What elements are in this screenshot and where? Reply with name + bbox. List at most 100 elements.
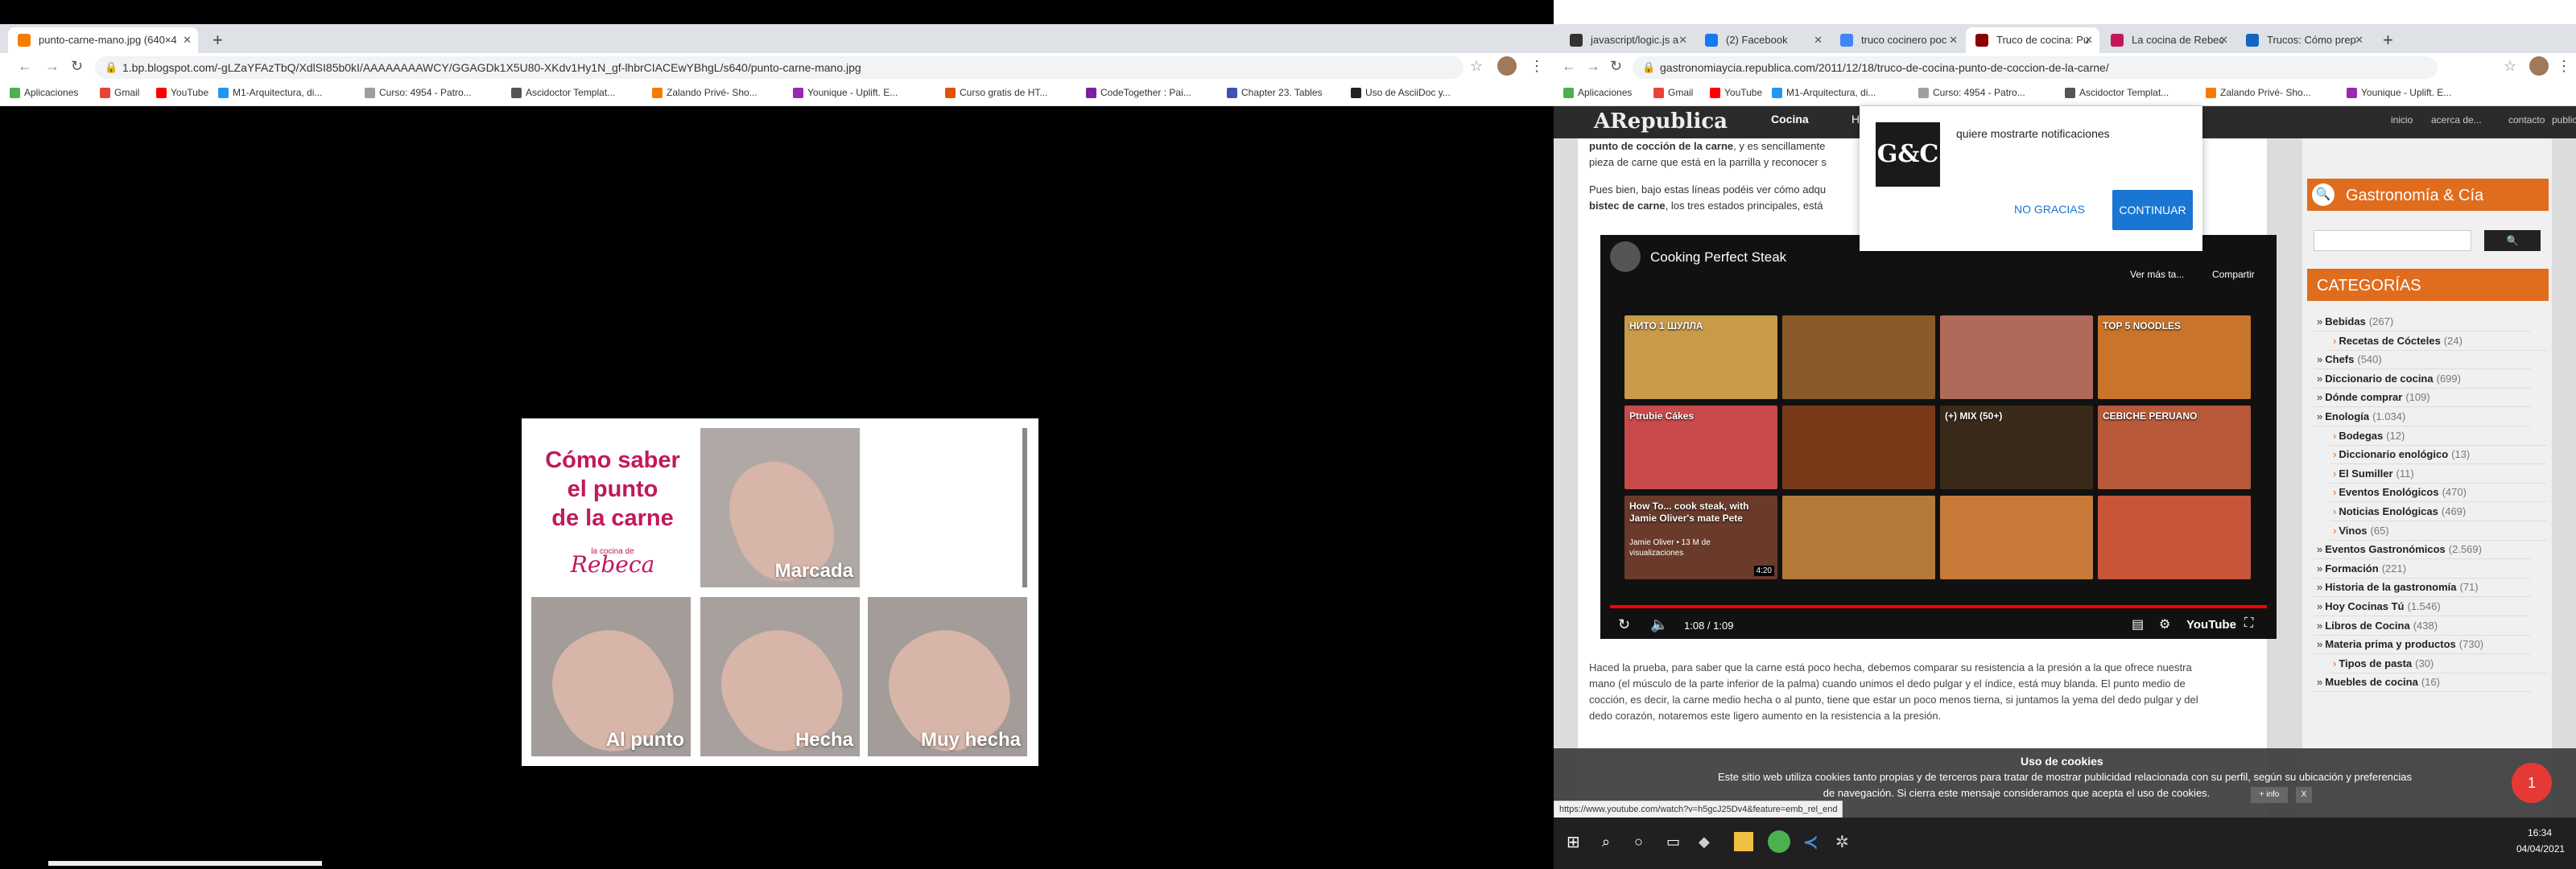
address-bar[interactable]: 🔒 gastronomiaycia.republica.com/2011/12/… [1633, 56, 2438, 79]
close-tab-icon[interactable]: ✕ [2355, 27, 2363, 53]
browser-tab[interactable]: (2) Facebook ✕ [1695, 27, 1829, 53]
app2-icon[interactable]: ✲ [1835, 832, 1849, 852]
bookmark-item[interactable]: Zalando Privé- Sho... [650, 87, 758, 98]
video-thumbnail[interactable]: How To... cook steak, with Jamie Oliver'… [1624, 496, 1777, 579]
bookmark-item[interactable]: YouTube [155, 87, 208, 98]
close-tab-icon[interactable]: ✕ [2084, 27, 2093, 53]
cortana-icon[interactable]: ○ [1634, 834, 1643, 850]
browser-tab[interactable]: javascript/logic.js a ✕ [1560, 27, 1694, 53]
star-icon[interactable]: ☆ [2504, 58, 2516, 75]
video-thumbnail[interactable] [2098, 496, 2251, 579]
back-icon[interactable]: ← [1562, 58, 1576, 75]
tab-image[interactable]: punto-carne-mano.jpg (640×4 ✕ [8, 27, 198, 53]
video-thumbnail[interactable] [1940, 496, 2093, 579]
volume-icon[interactable]: 🔈 [1650, 616, 1668, 633]
menu-icon[interactable]: ⋮ [2557, 58, 2571, 75]
browser-tab[interactable]: truco cocinero poc ✕ [1831, 27, 1964, 53]
bookmark-item[interactable]: Aplicaciones [1562, 87, 1632, 98]
category-item[interactable]: » Diccionario de cocina (699) [2314, 373, 2531, 389]
file-explorer-icon[interactable] [1734, 832, 1753, 851]
chrome-icon[interactable] [1768, 830, 1790, 853]
category-item[interactable]: » Eventos Gastronómicos (2.569) [2314, 543, 2531, 560]
nav-publicidad[interactable]: publicidad [2552, 114, 2576, 126]
bookmark-item[interactable]: Aplicaciones [8, 87, 78, 98]
close-tab-icon[interactable]: ✕ [183, 27, 192, 53]
subcategory-item[interactable]: › Diccionario enológico (13) [2330, 448, 2547, 465]
video-thumbnail[interactable] [1782, 406, 1935, 489]
bookmark-item[interactable]: Younique - Uplift. E... [791, 87, 898, 98]
bookmark-item[interactable]: YouTube [1708, 87, 1762, 98]
bookmark-item[interactable]: Curso: 4954 - Patro... [1917, 87, 2025, 98]
video-thumbnail[interactable]: CEBICHE PERUANO [2098, 406, 2251, 489]
bookmark-item[interactable]: Gmail [98, 87, 139, 98]
browser-tab[interactable]: Truco de cocina: Pu ✕ [1966, 27, 2099, 53]
cookie-close-button[interactable]: X [2296, 787, 2312, 803]
nav-contacto[interactable]: contacto [2508, 114, 2545, 126]
reload-icon[interactable]: ↻ [1610, 58, 1622, 75]
reload-icon[interactable]: ↻ [71, 58, 83, 75]
video-thumbnail[interactable] [1782, 496, 1935, 579]
windows-icon[interactable]: ⊞ [1567, 832, 1580, 852]
replay-icon[interactable]: ↻ [1618, 616, 1630, 633]
bookmark-item[interactable]: M1-Arquitectura, di... [1770, 87, 1876, 98]
video-thumbnail[interactable]: Ptrubie Cákes [1624, 406, 1777, 489]
new-tab-button[interactable]: + [213, 27, 223, 53]
subcategory-item[interactable]: › Tipos de pasta (30) [2330, 657, 2547, 673]
bookmark-item[interactable]: Ascidoctor Templat... [2063, 87, 2169, 98]
category-item[interactable]: » Libros de Cocina (438) [2314, 620, 2531, 636]
fullscreen-icon[interactable]: ⛶ [2244, 616, 2253, 631]
new-tab-button[interactable]: + [2383, 27, 2393, 53]
share[interactable]: Compartir [2212, 269, 2255, 280]
category-item[interactable]: » Dónde comprar (109) [2314, 391, 2531, 408]
category-item[interactable]: » Materia prima y productos (730) [2314, 638, 2531, 655]
video-thumbnail[interactable]: TOP 5 NOODLES [2098, 315, 2251, 399]
nav-h[interactable]: H [1852, 113, 1860, 126]
avatar[interactable] [1497, 56, 1517, 76]
category-item[interactable]: » Formación (221) [2314, 562, 2531, 579]
subcategory-item[interactable]: › Eventos Enológicos (470) [2330, 486, 2547, 503]
bookmark-item[interactable]: Uso de AsciiDoc y... [1349, 87, 1451, 98]
category-item[interactable]: » Historia de la gastronomía (71) [2314, 581, 2531, 598]
search-input[interactable] [2314, 230, 2471, 251]
subcategory-item[interactable]: › Bodegas (12) [2330, 430, 2547, 446]
settings-icon[interactable]: ⚙ [2159, 616, 2170, 632]
bookmark-item[interactable]: M1-Arquitectura, di... [217, 87, 322, 98]
task-view-icon[interactable]: ▭ [1666, 834, 1680, 850]
bookmark-item[interactable]: Chapter 23. Tables [1225, 87, 1323, 98]
video-thumbnail[interactable]: (+) MIX (50+) [1940, 406, 2093, 489]
search-button[interactable]: 🔍 [2484, 230, 2541, 251]
video-title[interactable]: Cooking Perfect Steak [1650, 249, 1786, 266]
nav-acerca[interactable]: acerca de... [2431, 114, 2482, 126]
continue-button[interactable]: CONTINUAR [2112, 190, 2193, 230]
avatar[interactable] [2529, 56, 2549, 76]
bookmark-item[interactable]: Curso: 4954 - Patro... [363, 87, 472, 98]
no-thanks-button[interactable]: NO GRACIAS [2014, 203, 2085, 216]
youtube-embed[interactable]: Cooking Perfect Steak Ver más ta... Comp… [1600, 235, 2277, 639]
close-tab-icon[interactable]: ✕ [2219, 27, 2228, 53]
subcategory-item[interactable]: › Noticias Enológicas (469) [2330, 505, 2547, 521]
category-item[interactable]: » Bebidas (267) [2314, 315, 2531, 332]
close-tab-icon[interactable]: ✕ [1949, 27, 1958, 53]
bell-icon[interactable]: 1 [2512, 763, 2552, 803]
bookmark-item[interactable]: Gmail [1652, 87, 1693, 98]
subcategory-item[interactable]: › El Sumiller (11) [2330, 467, 2547, 484]
menu-icon[interactable]: ⋮ [1530, 58, 1544, 75]
browser-tab[interactable]: Trucos: Cómo prep ✕ [2236, 27, 2370, 53]
bookmark-item[interactable]: CodeTogether : Pai... [1084, 87, 1191, 98]
nav-inicio[interactable]: inicio [2391, 114, 2413, 126]
left-scrollbar[interactable] [48, 861, 322, 866]
cookie-info-button[interactable]: + info [2251, 787, 2288, 803]
youtube-logo[interactable]: YouTube [2186, 618, 2236, 632]
search-icon[interactable]: ⌕ [1602, 834, 1610, 850]
nav-cocina[interactable]: Cocina [1771, 113, 1809, 126]
app-icon[interactable]: ◆ [1699, 834, 1710, 850]
bookmark-item[interactable]: Zalando Privé- Sho... [2204, 87, 2311, 98]
watch-later[interactable]: Ver más ta... [2130, 269, 2184, 280]
close-tab-icon[interactable]: ✕ [1678, 27, 1687, 53]
site-logo[interactable]: ARepublica [1594, 109, 1728, 134]
vscode-icon[interactable]: ≺ [1803, 832, 1818, 853]
category-item[interactable]: » Hoy Cocinas Tú (1.546) [2314, 600, 2531, 616]
forward-icon[interactable]: → [45, 58, 60, 75]
bookmark-item[interactable]: Ascidoctor Templat... [510, 87, 615, 98]
bookmark-item[interactable]: Younique - Uplift. E... [2345, 87, 2451, 98]
